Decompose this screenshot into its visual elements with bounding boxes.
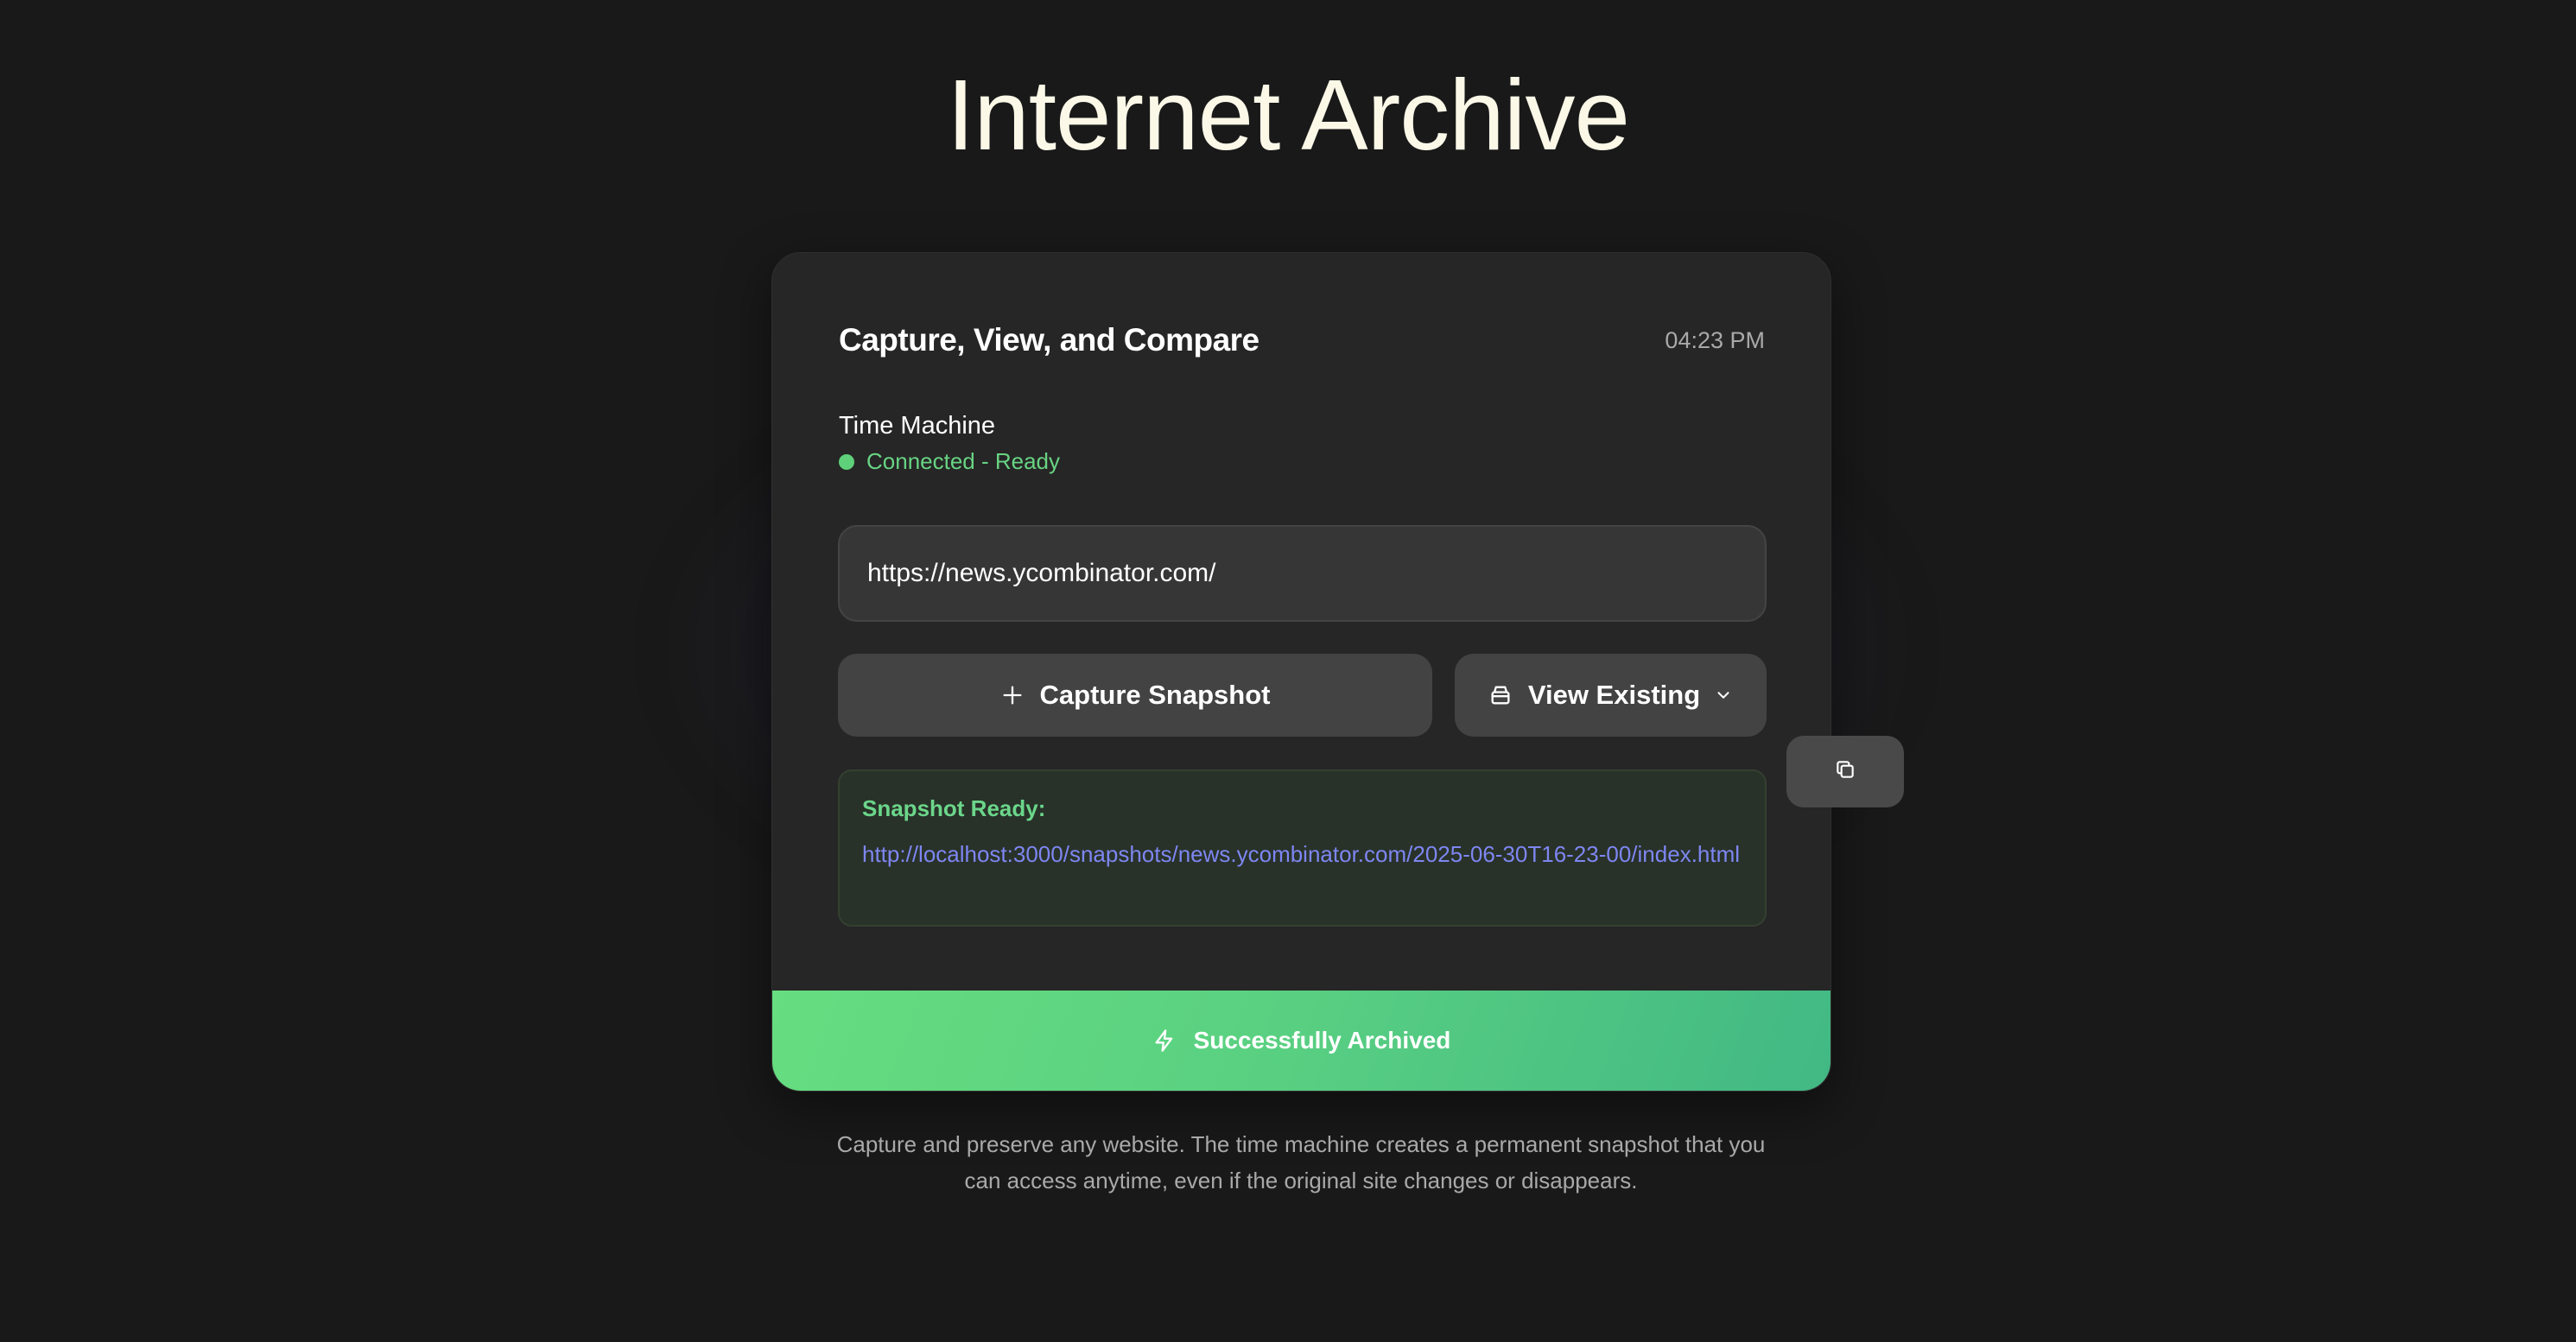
card-title: Capture, View, and Compare bbox=[839, 322, 1259, 358]
status-dot-icon bbox=[839, 453, 854, 470]
page-title: Internet Archive bbox=[947, 59, 1630, 171]
copy-icon bbox=[1834, 758, 1856, 785]
capture-snapshot-button[interactable]: Capture Snapshot bbox=[838, 654, 1432, 737]
capture-snapshot-label: Capture Snapshot bbox=[1039, 680, 1271, 710]
snapshot-ready-panel: Snapshot Ready: http://localhost:3000/sn… bbox=[838, 769, 1767, 927]
archive-card: Capture, View, and Compare 04:23 PM Time… bbox=[771, 252, 1831, 1092]
status-text: Connected - Ready bbox=[866, 448, 1061, 474]
success-banner-text: Successfully Archived bbox=[1193, 1027, 1451, 1054]
success-banner: Successfully Archived bbox=[772, 991, 1830, 1091]
copy-url-button[interactable] bbox=[1786, 736, 1904, 807]
view-existing-button[interactable]: View Existing bbox=[1455, 654, 1767, 737]
page: Internet Archive Capture, View, and Comp… bbox=[0, 0, 2576, 1342]
chevron-down-icon bbox=[1714, 686, 1733, 705]
clock-time: 04:23 PM bbox=[1665, 327, 1765, 353]
view-existing-label: View Existing bbox=[1527, 680, 1701, 710]
connection-status: Connected - Ready bbox=[839, 448, 1060, 475]
lightning-icon bbox=[1152, 1029, 1177, 1053]
snapshot-ready-label: Snapshot Ready: bbox=[862, 795, 1046, 821]
archive-box-icon bbox=[1488, 683, 1513, 707]
url-input[interactable] bbox=[838, 525, 1767, 622]
snapshot-url-link[interactable]: http://localhost:3000/snapshots/news.yco… bbox=[862, 838, 1742, 870]
plus-icon bbox=[1000, 683, 1025, 707]
time-machine-label: Time Machine bbox=[839, 412, 996, 440]
description-text: Capture and preserve any website. The ti… bbox=[836, 1131, 1766, 1193]
